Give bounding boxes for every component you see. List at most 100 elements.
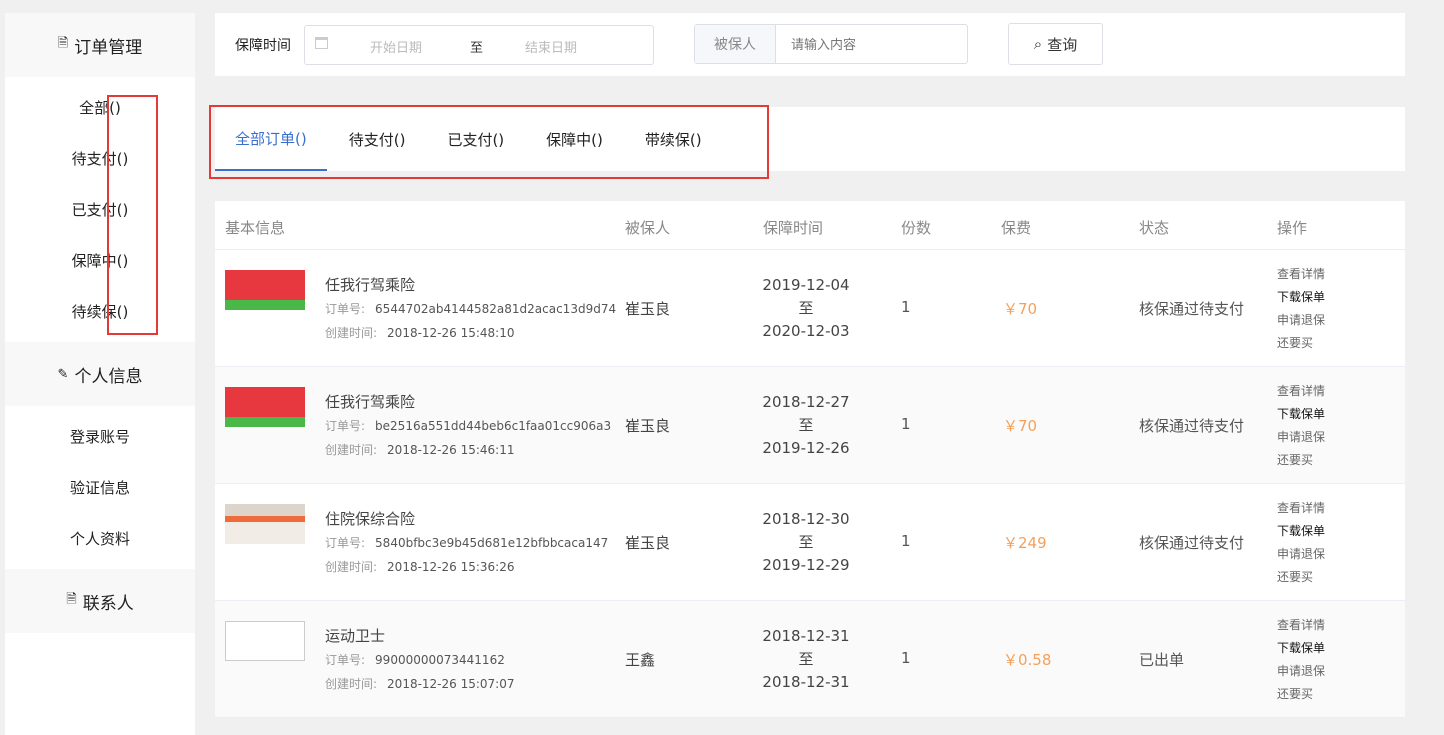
premium: ￥70 xyxy=(1003,417,1038,435)
table-row: 任我行驾乘险 订单号: be2516a551dd44beb6c1faa01cc906… xyxy=(215,367,1405,484)
created-time: 创建时间: 2018-12-26 15:36:26 xyxy=(325,558,515,575)
sidebar-section-header[interactable]: 🗎 联系人 xyxy=(5,569,195,633)
action-link[interactable]: 查看详情 xyxy=(1277,497,1325,520)
action-link[interactable]: 还要买 xyxy=(1277,566,1325,589)
table-row: 任我行驾乘险订单号: 6544702ab4144582a81d2acac13d9d… xyxy=(215,250,1405,367)
action-link[interactable]: 下载保单 xyxy=(1277,286,1325,309)
created-time-value: 2018-12-26 15:36:26 xyxy=(387,560,515,574)
insured-label: 被保人 xyxy=(695,25,776,63)
sidebar-item[interactable]: 登录账号 xyxy=(5,411,195,462)
guarantee-period: 2018-12-31 至 2018-12-31 xyxy=(755,625,857,694)
tab[interactable]: 带续保() xyxy=(625,107,722,171)
order-number-label: 订单号: xyxy=(325,302,366,316)
end-date: 2018-12-31 xyxy=(762,673,850,691)
table-header: 基本信息 被保人 保障时间 份数 保费 状态 操作 xyxy=(215,201,1405,250)
edit-icon: ✎ xyxy=(57,366,69,382)
sidebar-items: 全部() 待支付() 已支付() 保障中() 待续保() xyxy=(5,77,195,342)
order-number-label: 订单号: xyxy=(325,536,366,550)
sidebar-item[interactable]: 已支付() xyxy=(5,184,195,235)
start-date: 2018-12-31 xyxy=(762,627,850,645)
guarantee-period: 2018-12-30 至 2019-12-29 xyxy=(755,508,857,577)
action-link[interactable]: 还要买 xyxy=(1277,449,1325,472)
action-link[interactable]: 申请退保 xyxy=(1277,660,1325,683)
insured-input[interactable] xyxy=(776,25,967,63)
start-date: 2018-12-27 xyxy=(762,393,850,411)
sidebar-item[interactable]: 待续保() xyxy=(5,286,195,337)
tab[interactable]: 保障中() xyxy=(526,107,623,171)
insured-name: 崔玉良 xyxy=(625,417,671,435)
action-link[interactable]: 还要买 xyxy=(1277,332,1325,355)
product-name[interactable]: 运动卫士 xyxy=(325,625,385,646)
actions: 查看详情 下载保单 申请退保 还要买 xyxy=(1277,614,1325,706)
insured-name: 崔玉良 xyxy=(625,534,671,552)
quantity: 1 xyxy=(901,415,911,433)
product-name[interactable]: 住院保综合险 xyxy=(325,508,415,529)
action-link[interactable]: 查看详情 xyxy=(1277,263,1325,286)
column-header: 保费 xyxy=(1001,219,1032,237)
quantity: 1 xyxy=(901,532,911,550)
action-link[interactable]: 下载保单 xyxy=(1277,637,1325,660)
end-date-input[interactable]: 结束日期 xyxy=(525,37,577,56)
table-row: 住院保综合险订单号: 5840bfbc3e9b45d681e12bfbbcaca1… xyxy=(215,484,1405,601)
sidebar-item[interactable]: 验证信息 xyxy=(5,462,195,513)
column-header: 保障时间 xyxy=(763,219,824,237)
column-header: 状态 xyxy=(1139,219,1170,237)
date-to: 至 xyxy=(798,416,814,434)
action-link[interactable]: 下载保单 xyxy=(1277,403,1325,426)
action-link[interactable]: 查看详情 xyxy=(1277,380,1325,403)
date-to: 至 xyxy=(798,299,814,317)
end-date: 2019-12-26 xyxy=(762,439,850,457)
sidebar-item[interactable]: 全部() xyxy=(5,82,195,133)
created-time: 创建时间: 2018-12-26 15:48:10 xyxy=(325,324,515,341)
actions: 查看详情 下载保单 申请退保 还要买 xyxy=(1277,380,1325,472)
tab[interactable]: 待支付() xyxy=(329,107,426,171)
sidebar-item[interactable]: 保障中() xyxy=(5,235,195,286)
column-header: 操作 xyxy=(1277,219,1308,237)
product-image xyxy=(225,621,305,661)
sidebar-section-title: 联系人 xyxy=(82,593,134,614)
document-icon: 🗎 xyxy=(57,36,69,51)
guarantee-time-label: 保障时间 xyxy=(235,38,291,54)
end-date: 2020-12-03 xyxy=(762,322,850,340)
start-date: 2018-12-30 xyxy=(762,510,850,528)
created-time-label: 创建时间: xyxy=(325,326,378,340)
sidebar-item[interactable]: 个人资料 xyxy=(5,513,195,564)
document-icon: 🗎 xyxy=(66,592,77,607)
start-date-input[interactable]: 开始日期 xyxy=(370,37,422,56)
action-link[interactable]: 还要买 xyxy=(1277,683,1325,706)
insured-name: 崔玉良 xyxy=(625,300,671,318)
query-label: 查询 xyxy=(1047,35,1078,54)
product-name[interactable]: 任我行驾乘险 xyxy=(325,391,415,412)
sidebar-items: 登录账号 验证信息 个人资料 xyxy=(5,406,195,569)
order-number-value: 99000000073441162 xyxy=(375,653,505,667)
sidebar-section-header[interactable]: 🗎 订单管理 xyxy=(5,13,195,77)
action-link[interactable]: 申请退保 xyxy=(1277,426,1325,449)
created-time-value: 2018-12-26 15:46:11 xyxy=(387,443,515,457)
calendar-icon xyxy=(315,37,328,49)
sidebar-section-title: 订单管理 xyxy=(74,37,143,58)
date-range-picker[interactable]: 开始日期 至 结束日期 xyxy=(304,25,654,65)
column-header: 份数 xyxy=(901,219,932,237)
created-time-value: 2018-12-26 15:07:07 xyxy=(387,677,515,691)
query-button[interactable]: ⌕ 查询 xyxy=(1008,23,1103,65)
created-time-label: 创建时间: xyxy=(325,560,378,574)
action-link[interactable]: 下载保单 xyxy=(1277,520,1325,543)
created-time: 创建时间: 2018-12-26 15:46:11 xyxy=(325,441,515,458)
guarantee-period: 2019-12-04 至 2020-12-03 xyxy=(755,274,857,343)
sidebar-item[interactable]: 待支付() xyxy=(5,133,195,184)
insured-name: 王鑫 xyxy=(625,651,656,669)
action-link[interactable]: 查看详情 xyxy=(1277,614,1325,637)
order-number-value: 5840bfbc3e9b45d681e12bfbbcaca147 xyxy=(375,536,609,550)
action-link[interactable]: 申请退保 xyxy=(1277,543,1325,566)
tab[interactable]: 已支付() xyxy=(427,107,524,171)
product-name[interactable]: 任我行驾乘险 xyxy=(325,274,415,295)
sidebar-section-header[interactable]: ✎ 个人信息 xyxy=(5,342,195,406)
start-date: 2019-12-04 xyxy=(762,276,850,294)
date-separator: 至 xyxy=(470,41,484,56)
order-number-value: 6544702ab4144582a81d2acac13d9d74 xyxy=(375,302,617,316)
action-link[interactable]: 申请退保 xyxy=(1277,309,1325,332)
date-to: 至 xyxy=(798,533,814,551)
status: 核保通过待支付 xyxy=(1139,534,1245,552)
tab[interactable]: 全部订单() xyxy=(215,107,327,171)
quantity: 1 xyxy=(901,649,911,667)
